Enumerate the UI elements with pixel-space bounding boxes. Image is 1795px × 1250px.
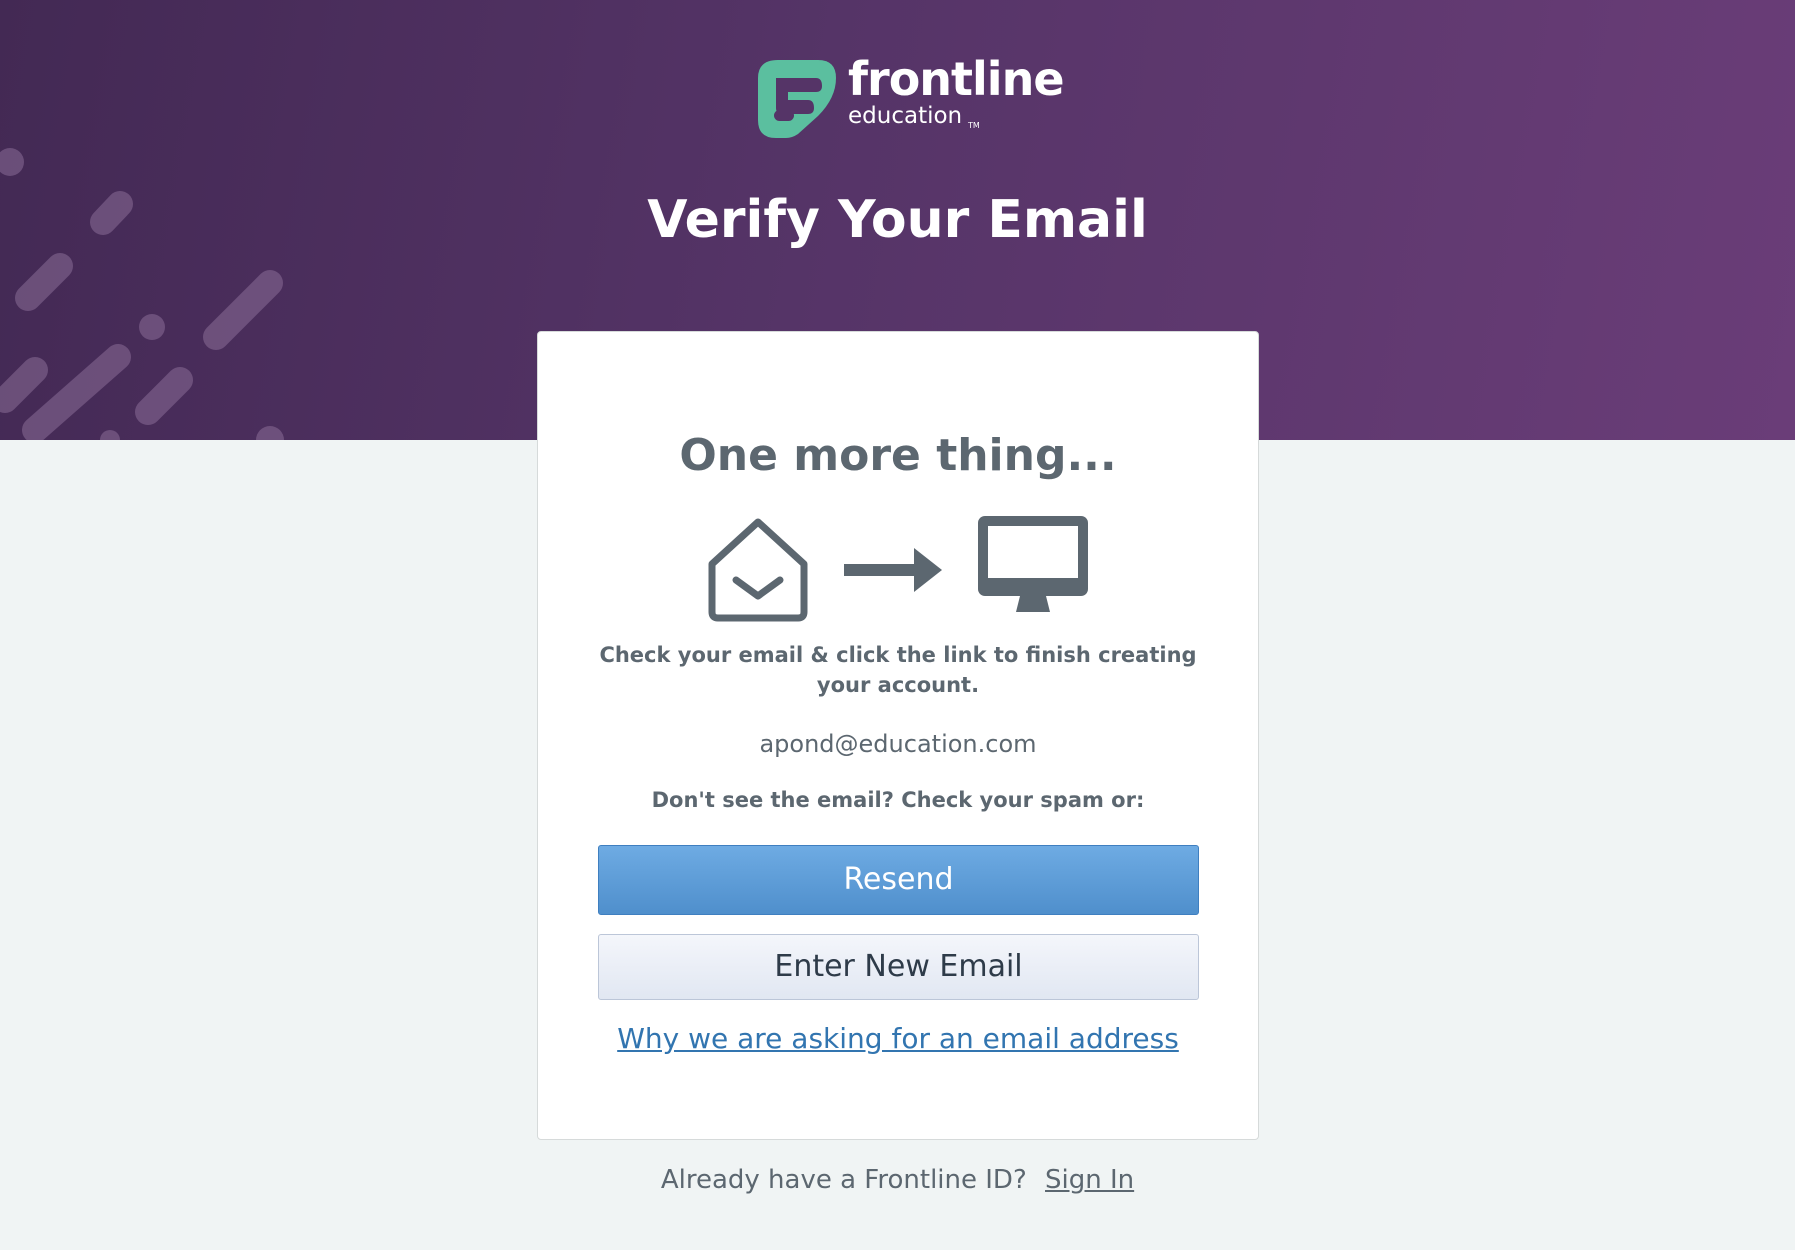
arrow-right-icon bbox=[844, 548, 942, 592]
resend-button[interactable]: Resend bbox=[598, 845, 1199, 915]
enter-new-email-button[interactable]: Enter New Email bbox=[598, 934, 1199, 1000]
open-envelope-icon bbox=[708, 518, 808, 622]
desktop-monitor-icon bbox=[978, 516, 1088, 612]
verify-email-page: frontline education TM Verify Your Email… bbox=[0, 0, 1795, 1250]
sign-in-link[interactable]: Sign In bbox=[1045, 1165, 1134, 1195]
footer-prompt: Already have a Frontline ID? bbox=[660, 1165, 1027, 1195]
trademark-mark: TM bbox=[968, 121, 980, 130]
verification-card: One more thing... Check your email & cli… bbox=[537, 331, 1259, 1140]
page-title: Verify Your Email bbox=[647, 190, 1148, 250]
card-heading: One more thing... bbox=[679, 430, 1117, 481]
verification-icons bbox=[706, 516, 1106, 626]
frontline-logo: frontline education TM bbox=[758, 52, 1065, 138]
footer: Already have a Frontline ID? Sign In bbox=[0, 1165, 1795, 1195]
frontline-logo-icon bbox=[758, 60, 836, 138]
brand-name: frontline bbox=[848, 52, 1065, 106]
instructions-text: Check your email & click the link to fin… bbox=[599, 643, 1197, 697]
why-email-link[interactable]: Why we are asking for an email address bbox=[538, 1022, 1258, 1055]
spam-note: Don't see the email? Check your spam or: bbox=[651, 788, 1145, 812]
email-address: apond@education.com bbox=[759, 730, 1037, 758]
brand-subtitle: education bbox=[848, 103, 963, 129]
